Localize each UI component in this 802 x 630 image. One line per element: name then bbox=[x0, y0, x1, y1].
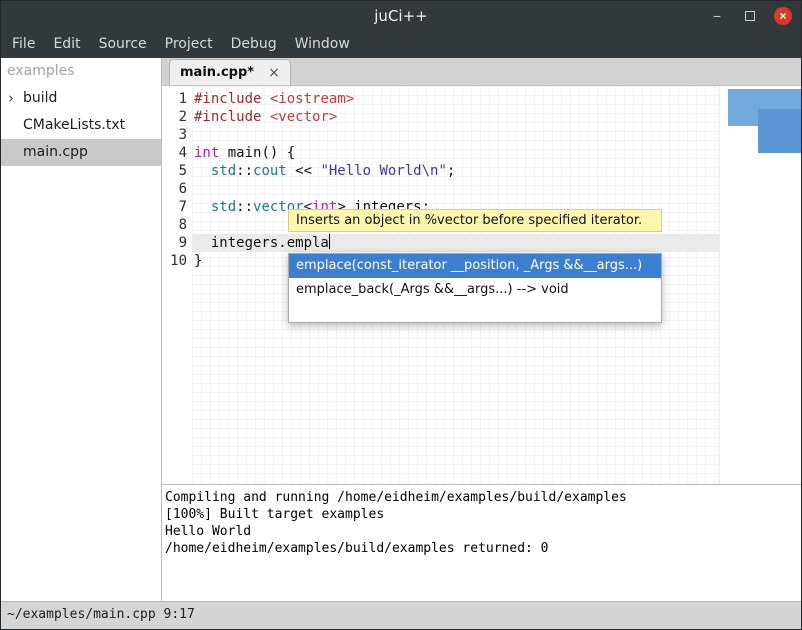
tab-main-cpp[interactable]: main.cpp* × bbox=[169, 59, 291, 85]
line-number: 8 bbox=[162, 216, 192, 234]
code-text: std::cout << "Hello World\n"; bbox=[192, 162, 719, 180]
menu-item-debug[interactable]: Debug bbox=[222, 31, 286, 58]
scrollbar-thumb[interactable] bbox=[758, 109, 801, 153]
code-text: integers.empla bbox=[192, 234, 719, 252]
tree-item-main-cpp[interactable]: main.cpp bbox=[1, 139, 161, 166]
window-title: juCi++ bbox=[1, 1, 801, 31]
line-number: 4 bbox=[162, 144, 192, 162]
restore-icon bbox=[745, 11, 755, 21]
code-token bbox=[194, 199, 211, 215]
output-panel: Compiling and running /home/eidheim/exam… bbox=[162, 484, 801, 601]
code-text: #include <vector> bbox=[192, 108, 719, 126]
tab-close-icon[interactable]: × bbox=[268, 65, 280, 81]
menu-item-window[interactable]: Window bbox=[286, 31, 359, 58]
code-token: std bbox=[211, 163, 236, 179]
tree-item-label: main.cpp bbox=[23, 144, 88, 160]
tree-item-label: CMakeLists.txt bbox=[23, 117, 125, 133]
code-token: <iostream> bbox=[270, 91, 354, 107]
code-token: #include bbox=[194, 109, 261, 125]
code-token: "Hello World\n" bbox=[320, 163, 446, 179]
code-token bbox=[194, 163, 211, 179]
completion-item-emplace-back[interactable]: emplace_back(_Args &&__args...) --> void bbox=[289, 278, 661, 302]
menu-item-source[interactable]: Source bbox=[90, 31, 156, 58]
menu-item-project[interactable]: Project bbox=[156, 31, 222, 58]
tree-item-build[interactable]: › build bbox=[1, 85, 161, 112]
output-line: Compiling and running /home/eidheim/exam… bbox=[165, 489, 801, 506]
tab-label: main.cpp* bbox=[180, 65, 254, 80]
code-token: <vector> bbox=[270, 109, 337, 125]
code-token: ; bbox=[447, 163, 455, 179]
code-token: integers.empla bbox=[194, 235, 329, 251]
project-name: examples bbox=[1, 58, 161, 85]
chevron-right-icon[interactable]: › bbox=[8, 85, 14, 112]
tab-bar: main.cpp* × bbox=[162, 58, 801, 86]
code-token: cout bbox=[253, 163, 287, 179]
code-token bbox=[261, 109, 269, 125]
line-number: 6 bbox=[162, 180, 192, 198]
editor-line[interactable]: 1#include <iostream> bbox=[162, 90, 719, 108]
code-token: int bbox=[194, 145, 219, 161]
line-number: 2 bbox=[162, 108, 192, 126]
line-number: 10 bbox=[162, 252, 192, 270]
line-number: 5 bbox=[162, 162, 192, 180]
code-text bbox=[192, 180, 719, 198]
status-bar: ~/examples/main.cpp 9:17 bbox=[1, 601, 801, 629]
output-line: /home/eidheim/examples/build/examples re… bbox=[165, 540, 801, 557]
editor-line[interactable]: 6 bbox=[162, 180, 719, 198]
line-number: 9 bbox=[162, 234, 192, 252]
titlebar[interactable]: juCi++ − × bbox=[1, 1, 801, 31]
close-icon: × bbox=[774, 7, 792, 25]
line-number: 7 bbox=[162, 198, 192, 216]
code-token: #include bbox=[194, 91, 261, 107]
doc-tooltip: Inserts an object in %vector before spec… bbox=[288, 209, 662, 232]
completion-item-emplace[interactable]: emplace(const_iterator __position, _Args… bbox=[289, 254, 661, 278]
output-line: Hello World bbox=[165, 523, 801, 540]
editor-line[interactable]: 5 std::cout << "Hello World\n"; bbox=[162, 162, 719, 180]
minimize-button[interactable]: − bbox=[707, 6, 727, 26]
code-token: } bbox=[194, 253, 202, 269]
code-text bbox=[192, 126, 719, 144]
completion-popup: emplace(const_iterator __position, _Args… bbox=[288, 253, 662, 323]
editor-content: 1#include <iostream> 2#include <vector> … bbox=[162, 90, 719, 270]
editor-line-current[interactable]: 9 integers.empla bbox=[162, 234, 719, 252]
window-controls: − × bbox=[707, 1, 793, 31]
tree-item-cmakelists-txt[interactable]: CMakeLists.txt bbox=[1, 112, 161, 139]
editor-line[interactable]: 4int main() { bbox=[162, 144, 719, 162]
close-button[interactable]: × bbox=[773, 6, 793, 26]
code-text: #include <iostream> bbox=[192, 90, 719, 108]
status-file-position: ~/examples/main.cpp 9:17 bbox=[7, 607, 195, 622]
minimize-icon: − bbox=[713, 8, 721, 24]
line-number: 3 bbox=[162, 126, 192, 144]
file-tree-panel: examples › build CMakeLists.txt main.cpp bbox=[1, 58, 162, 601]
code-token: std bbox=[211, 199, 236, 215]
code-text: int main() { bbox=[192, 144, 719, 162]
restore-button[interactable] bbox=[740, 6, 760, 26]
app-window: juCi++ − × File Edit Source Project Debu… bbox=[0, 0, 802, 630]
text-cursor bbox=[329, 234, 330, 249]
editor-line[interactable]: 3 bbox=[162, 126, 719, 144]
code-token: main() { bbox=[219, 145, 295, 161]
menu-item-file[interactable]: File bbox=[3, 31, 44, 58]
code-token bbox=[261, 91, 269, 107]
code-token: << bbox=[287, 163, 321, 179]
output-line: [100%] Built target examples bbox=[165, 506, 801, 523]
menubar: File Edit Source Project Debug Window bbox=[1, 31, 801, 58]
menu-item-edit[interactable]: Edit bbox=[44, 31, 89, 58]
line-number: 1 bbox=[162, 90, 192, 108]
tree-item-label: build bbox=[23, 90, 57, 106]
code-token: :: bbox=[236, 163, 253, 179]
editor-line[interactable]: 2#include <vector> bbox=[162, 108, 719, 126]
code-token: :: bbox=[236, 199, 253, 215]
doc-tooltip-text: Inserts an object in %vector before spec… bbox=[296, 213, 642, 228]
